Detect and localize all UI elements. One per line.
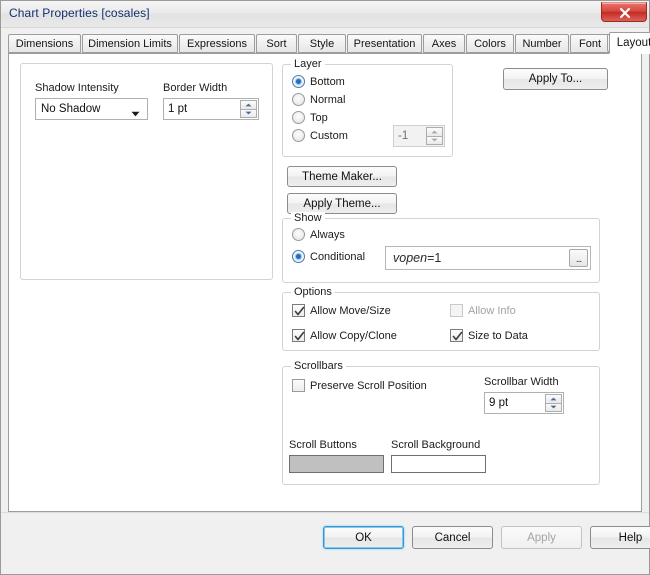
tab-style[interactable]: Style — [298, 34, 346, 53]
spinner-up-icon — [431, 130, 438, 134]
checkbox-indicator — [292, 379, 305, 392]
tab-colors[interactable]: Colors — [466, 34, 514, 53]
layer-radio-top[interactable]: Top — [292, 111, 328, 124]
ok-button[interactable]: OK — [323, 526, 404, 549]
chart-properties-dialog: Chart Properties [cosales] Dimensions Di… — [0, 0, 650, 575]
scroll-buttons-color-swatch[interactable] — [289, 455, 384, 473]
border-width-label: Border Width — [163, 82, 228, 94]
window-title: Chart Properties [cosales] — [9, 6, 150, 20]
tab-dimension-limits[interactable]: Dimension Limits — [82, 34, 178, 53]
checkbox-indicator — [292, 304, 305, 317]
tab-number[interactable]: Number — [515, 34, 569, 53]
appearance-group: Shadow Intensity No Shadow Border Width … — [20, 63, 273, 280]
scrollbar-width-decrement-button[interactable] — [545, 403, 562, 412]
radio-indicator — [292, 75, 305, 88]
show-radio-always[interactable]: Always — [292, 228, 345, 241]
checkbox-size-to-data[interactable]: Size to Data — [450, 329, 528, 342]
radio-indicator — [292, 250, 305, 263]
show-radio-conditional[interactable]: Conditional — [292, 250, 365, 263]
radio-indicator — [292, 228, 305, 241]
layer-radio-custom-label: Custom — [310, 129, 348, 142]
radio-indicator — [292, 93, 305, 106]
scrollbar-width-stepper[interactable]: 9 pt — [484, 392, 564, 414]
chevron-down-icon — [131, 108, 140, 120]
scrollbar-width-value: 9 pt — [489, 397, 509, 409]
layer-custom-increment-button[interactable] — [426, 127, 443, 137]
scrollbar-width-label: Scrollbar Width — [484, 376, 559, 388]
show-group: Show Always Conditional vopen=1 ... — [282, 212, 600, 283]
layer-custom-value: -1 — [398, 130, 409, 142]
title-bar: Chart Properties [cosales] — [1, 1, 649, 28]
radio-indicator — [292, 111, 305, 124]
conditional-expression-variable: vopen — [393, 251, 428, 265]
layer-group: Layer Bottom Normal Top Custom -1 — [282, 58, 453, 157]
scrollbar-width-increment-button[interactable] — [545, 394, 562, 404]
spinner-down-icon — [431, 138, 438, 142]
checkbox-allow-info-label: Allow Info — [468, 304, 516, 317]
tab-expressions[interactable]: Expressions — [179, 34, 255, 53]
tab-axes[interactable]: Axes — [423, 34, 465, 53]
layer-radio-top-label: Top — [310, 111, 328, 124]
layer-radio-custom[interactable]: Custom — [292, 129, 348, 142]
checkbox-indicator — [450, 304, 463, 317]
layer-group-legend: Layer — [291, 58, 325, 70]
tab-dimensions[interactable]: Dimensions — [8, 34, 81, 53]
layout-tab-page: Shadow Intensity No Shadow Border Width … — [8, 53, 642, 512]
cancel-button[interactable]: Cancel — [412, 526, 493, 549]
scroll-buttons-label: Scroll Buttons — [289, 439, 357, 451]
checkbox-indicator — [450, 329, 463, 342]
help-button[interactable]: Help — [590, 526, 650, 549]
layer-custom-stepper[interactable]: -1 — [393, 125, 445, 147]
spinner-down-icon — [245, 111, 252, 115]
checkbox-indicator — [292, 329, 305, 342]
show-group-legend: Show — [291, 212, 325, 224]
border-width-decrement-button[interactable] — [240, 109, 257, 118]
apply-theme-button[interactable]: Apply Theme... — [287, 193, 397, 214]
tab-layout[interactable]: Layout — [609, 32, 650, 54]
options-group-legend: Options — [291, 286, 335, 298]
scrollbars-group: Scrollbars Preserve Scroll Position Scro… — [282, 360, 600, 485]
tab-presentation[interactable]: Presentation — [347, 34, 422, 53]
dialog-footer: OK Cancel Apply Help — [1, 512, 650, 574]
options-group: Options Allow Move/Size Allow Info Allow… — [282, 286, 600, 351]
scroll-background-color-swatch[interactable] — [391, 455, 486, 473]
shadow-intensity-value: No Shadow — [41, 103, 101, 115]
border-width-value: 1 pt — [168, 103, 188, 115]
conditional-expression-operand: =1 — [427, 251, 442, 265]
border-width-increment-button[interactable] — [240, 100, 257, 110]
tab-sort[interactable]: Sort — [256, 34, 297, 53]
spinner-up-icon — [245, 103, 252, 107]
radio-indicator — [292, 129, 305, 142]
checkbox-allow-copy-clone[interactable]: Allow Copy/Clone — [292, 329, 397, 342]
tab-strip: Dimensions Dimension Limits Expressions … — [8, 32, 650, 54]
show-radio-always-label: Always — [310, 228, 345, 241]
layer-radio-normal[interactable]: Normal — [292, 93, 345, 106]
scrollbars-group-legend: Scrollbars — [291, 360, 346, 372]
layer-radio-bottom-label: Bottom — [310, 75, 345, 88]
tab-font[interactable]: Font — [570, 34, 610, 53]
checkbox-preserve-scroll-position-label: Preserve Scroll Position — [310, 379, 427, 392]
checkbox-allow-move-size[interactable]: Allow Move/Size — [292, 304, 391, 317]
checkbox-preserve-scroll-position[interactable]: Preserve Scroll Position — [292, 379, 427, 392]
ellipsis-icon[interactable]: ... — [569, 249, 588, 267]
layer-radio-normal-label: Normal — [310, 93, 346, 106]
checkbox-allow-move-size-label: Allow Move/Size — [310, 304, 391, 317]
conditional-expression-field[interactable]: vopen=1 ... — [385, 246, 591, 270]
theme-maker-button[interactable]: Theme Maker... — [287, 166, 397, 187]
apply-button[interactable]: Apply — [501, 526, 582, 549]
layer-radio-bottom[interactable]: Bottom — [292, 75, 345, 88]
layer-custom-decrement-button[interactable] — [426, 136, 443, 145]
border-width-stepper[interactable]: 1 pt — [163, 98, 259, 120]
spinner-down-icon — [550, 405, 557, 409]
scroll-background-label: Scroll Background — [391, 439, 481, 451]
shadow-intensity-select[interactable]: No Shadow — [35, 98, 148, 120]
checkbox-allow-info[interactable]: Allow Info — [450, 304, 516, 317]
spinner-up-icon — [550, 397, 557, 401]
show-radio-conditional-label: Conditional — [310, 250, 366, 263]
checkbox-allow-copy-clone-label: Allow Copy/Clone — [310, 329, 397, 342]
apply-to-button[interactable]: Apply To... — [503, 68, 608, 90]
shadow-intensity-label: Shadow Intensity — [35, 82, 119, 94]
checkbox-size-to-data-label: Size to Data — [468, 329, 528, 342]
close-icon[interactable] — [601, 2, 647, 22]
